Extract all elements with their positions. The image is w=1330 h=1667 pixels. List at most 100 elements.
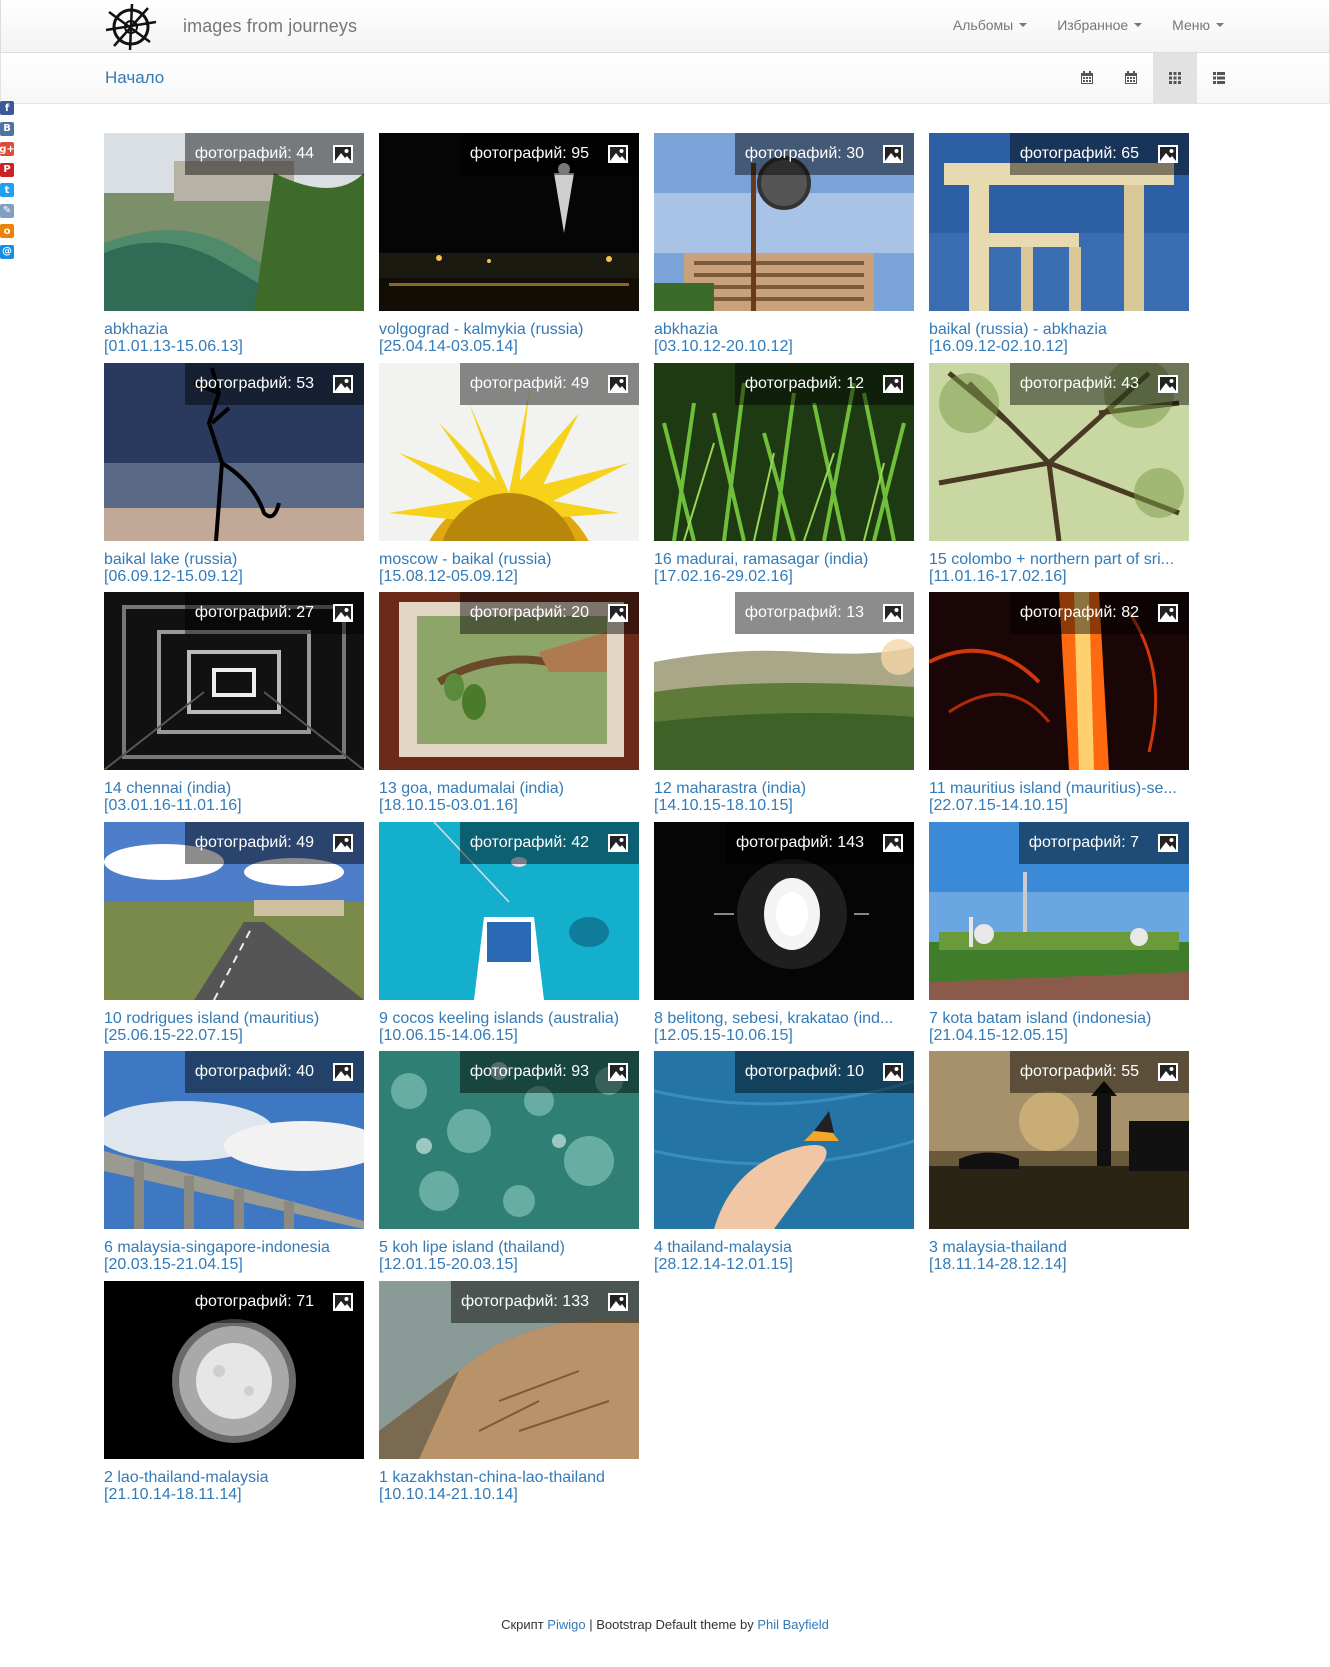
odnoklassniki-icon[interactable]: o — [0, 224, 14, 238]
photo-count-badge: фотографий: 82 — [1009, 592, 1189, 634]
album-thumbnail[interactable]: фотографий: 82 — [929, 592, 1189, 770]
album-title-link[interactable]: 11 mauritius island (mauritius)-se... — [929, 780, 1179, 797]
album-title-link[interactable]: baikal (russia) - abkhazia — [929, 321, 1179, 338]
album-dates: [21.04.15-12.05.15] — [929, 1026, 1068, 1044]
image-icon — [883, 374, 903, 393]
album-card: фотографий: 95 volgograd - kalmykia (russ… — [379, 133, 639, 363]
list-view-button[interactable] — [1197, 53, 1241, 103]
album-title-link[interactable]: 14 chennai (india) — [104, 780, 354, 797]
album-title-link[interactable]: baikal lake (russia) — [104, 551, 354, 568]
album-thumbnail[interactable]: фотографий: 43 — [929, 362, 1189, 541]
album-dates: [28.12.14-12.01.15] — [654, 1256, 793, 1273]
album-dates: [12.01.15-20.03.15] — [379, 1256, 518, 1273]
photo-count-text: фотографий: 53 — [194, 374, 314, 392]
image-icon — [1158, 833, 1178, 852]
album-card: фотографий: 133 1 kazakhstan-china-lao-th… — [379, 1280, 639, 1511]
calendar-posted-button[interactable] — [1065, 53, 1109, 103]
album-title-link[interactable]: 10 rodrigues island (mauritius) — [104, 1010, 354, 1027]
album-thumbnail[interactable]: фотографий: 30 — [654, 133, 914, 311]
author-link[interactable]: Phil Bayfield — [757, 1617, 829, 1632]
album-thumbnail[interactable]: фотографий: 65 — [929, 133, 1189, 311]
album-title-link[interactable]: 1 kazakhstan-china-lao-thailand — [379, 1469, 629, 1486]
photo-count-badge: фотографий: 30 — [734, 133, 914, 175]
album-title-link[interactable]: volgograd - kalmykia (russia) — [379, 321, 629, 338]
livejournal-icon[interactable]: ✎ — [0, 203, 14, 218]
album-title-link[interactable]: 13 goa, madumalai (india) — [379, 780, 629, 797]
menu-menu[interactable]: Меню — [1157, 17, 1239, 33]
album-thumbnail[interactable]: фотографий: 55 — [929, 1051, 1189, 1229]
album-title-link[interactable]: 12 maharastra (india) — [654, 780, 904, 797]
album-thumbnail[interactable]: фотографий: 42 — [379, 821, 639, 1000]
album-thumbnail[interactable]: фотографий: 133 — [379, 1280, 639, 1459]
photo-count-badge: фотографий: 7 — [1018, 821, 1189, 864]
album-thumbnail[interactable]: фотографий: 20 — [379, 592, 639, 770]
album-card: фотографий: 44 abkhazia [01.01.13-15.06.13… — [104, 133, 364, 363]
facebook-icon[interactable]: f — [0, 101, 14, 115]
pinterest-icon[interactable]: P — [0, 162, 14, 177]
mailru-icon[interactable]: @ — [0, 244, 14, 259]
album-card: фотографий: 10 4 thailand-malaysia [28.12.… — [654, 1051, 914, 1281]
photo-count-text: фотографий: 95 — [469, 145, 589, 162]
album-title-link[interactable]: 2 lao-thailand-malaysia — [104, 1469, 354, 1486]
album-card: фотографий: 13 12 maharastra (india) [14.1… — [654, 592, 914, 822]
photo-count-badge: фотографий: 43 — [1009, 362, 1189, 405]
piwigo-link[interactable]: Piwigo — [547, 1617, 585, 1632]
photo-count-text: фотографий: 40 — [194, 1063, 314, 1080]
album-title-link[interactable]: 6 malaysia-singapore-indonesia — [104, 1239, 354, 1256]
album-thumbnail[interactable]: фотографий: 49 — [104, 821, 364, 1000]
site-logo[interactable] — [104, 2, 160, 52]
album-thumbnail[interactable]: фотографий: 7 — [929, 821, 1189, 1000]
album-title-link[interactable]: 7 kota batam island (indonesia) — [929, 1010, 1179, 1027]
photo-count-text: фотографий: 93 — [469, 1063, 589, 1080]
album-thumbnail[interactable]: фотографий: 10 — [654, 1051, 914, 1229]
album-thumbnail[interactable]: фотографий: 27 — [104, 592, 364, 770]
album-dates: [12.05.15-10.06.15] — [654, 1026, 793, 1044]
album-title-link[interactable]: abkhazia — [654, 321, 904, 338]
google-plus-icon[interactable]: g+ — [0, 142, 15, 156]
album-thumbnail[interactable]: фотографий: 143 — [654, 821, 914, 1000]
vkontakte-icon[interactable]: B — [0, 121, 14, 136]
album-title-link[interactable]: 5 koh lipe island (thailand) — [379, 1239, 629, 1256]
calendar-created-button[interactable] — [1109, 53, 1153, 103]
photo-count-badge: фотографий: 10 — [734, 1051, 914, 1093]
album-thumbnail[interactable]: фотографий: 93 — [379, 1051, 639, 1229]
photo-count-badge: фотографий: 13 — [734, 592, 914, 634]
caret-down-icon — [1134, 23, 1143, 27]
album-thumbnail[interactable]: фотографий: 12 — [654, 362, 914, 541]
album-thumbnail[interactable]: фотографий: 71 — [104, 1280, 364, 1459]
photo-count-text: фотографий: 7 — [1028, 833, 1139, 851]
calendar-icon — [1125, 71, 1137, 84]
album-thumbnail[interactable]: фотографий: 44 — [104, 133, 364, 311]
album-title-link[interactable]: abkhazia — [104, 321, 354, 338]
page-footer: Скрипт Piwigo | Bootstrap Default theme … — [0, 1617, 1330, 1632]
image-icon — [608, 833, 628, 852]
photo-count-text: фотографий: 43 — [1019, 374, 1139, 392]
album-thumbnail[interactable]: фотографий: 13 — [654, 592, 914, 770]
grid-view-button[interactable] — [1153, 53, 1197, 103]
album-dates: [11.01.16-17.02.16] — [929, 567, 1067, 585]
album-title-link[interactable]: 3 malaysia-thailand — [929, 1239, 1179, 1256]
album-thumbnail[interactable]: фотографий: 40 — [104, 1051, 364, 1229]
album-card: фотографий: 93 5 koh lipe island (thailan… — [379, 1051, 639, 1281]
brand-title[interactable]: images from journeys — [183, 16, 357, 37]
menu-favorites[interactable]: Избранное — [1042, 17, 1157, 33]
photo-count-text: фотографий: 30 — [744, 145, 864, 162]
album-title-link[interactable]: 9 cocos keeling islands (australia) — [379, 1010, 629, 1027]
menu-albums[interactable]: Альбомы — [938, 17, 1042, 33]
photo-count-badge: фотографий: 12 — [734, 362, 914, 405]
photo-count-badge: фотографий: 40 — [184, 1051, 364, 1093]
twitter-icon[interactable]: t — [0, 183, 14, 197]
album-thumbnail[interactable]: фотографий: 95 — [379, 133, 639, 311]
album-thumbnail[interactable]: фотографий: 53 — [104, 362, 364, 541]
image-icon — [608, 1292, 628, 1311]
breadcrumb-home[interactable]: Начало — [105, 68, 164, 88]
album-card: фотографий: 7 7 kota batam island (indone… — [929, 821, 1189, 1052]
album-title-link[interactable]: 16 madurai, ramasagar (india) — [654, 551, 904, 568]
album-thumbnail[interactable]: фотографий: 49 — [379, 362, 639, 541]
album-title-link[interactable]: moscow - baikal (russia) — [379, 551, 629, 568]
image-icon — [333, 374, 353, 393]
album-title-link[interactable]: 15 colombo + northern part of sri... — [929, 551, 1179, 568]
photo-count-text: фотографий: 13 — [744, 604, 864, 621]
album-title-link[interactable]: 4 thailand-malaysia — [654, 1239, 904, 1256]
album-title-link[interactable]: 8 belitong, sebesi, krakatao (ind... — [654, 1010, 904, 1027]
